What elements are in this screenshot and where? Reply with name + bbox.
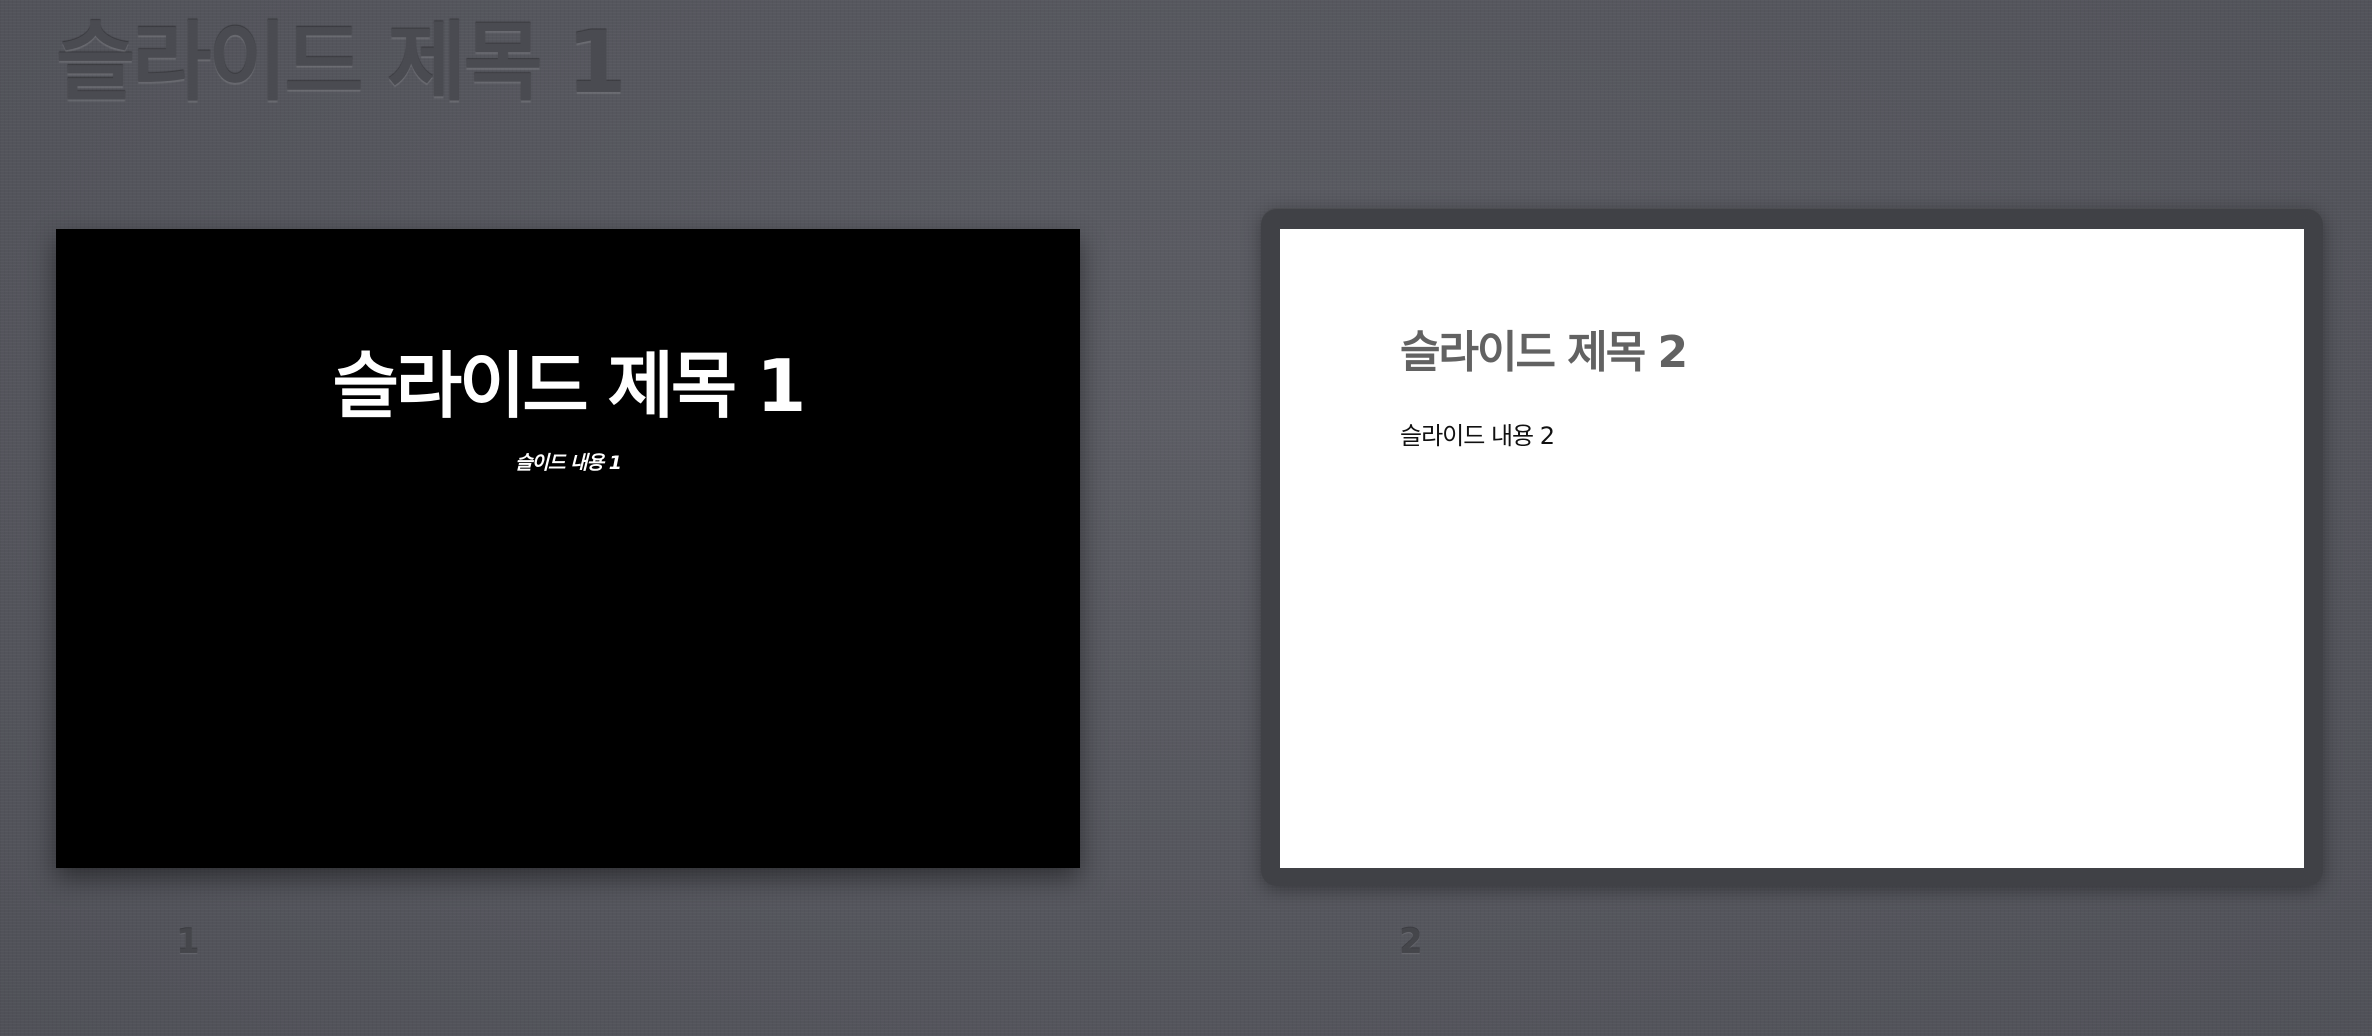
page-title: 슬라이드 제목 1 xyxy=(56,13,626,113)
slide-thumbnail-1[interactable]: 슬라이드 제목 1 슬이드 내용 1 xyxy=(56,229,1080,868)
slide-thumbnail-2[interactable]: 슬라이드 제목 2 슬라이드 내용 2 xyxy=(1280,229,2304,868)
slide-number-2: 2 xyxy=(1399,922,1423,962)
slide-body: 슬이드 내용 1 xyxy=(515,452,622,474)
slide-title: 슬라이드 제목 1 xyxy=(332,344,807,428)
slide-body: 슬라이드 내용 2 xyxy=(1400,422,1555,450)
slide-title: 슬라이드 제목 2 xyxy=(1400,327,1688,378)
slide-number-1: 1 xyxy=(176,922,200,962)
